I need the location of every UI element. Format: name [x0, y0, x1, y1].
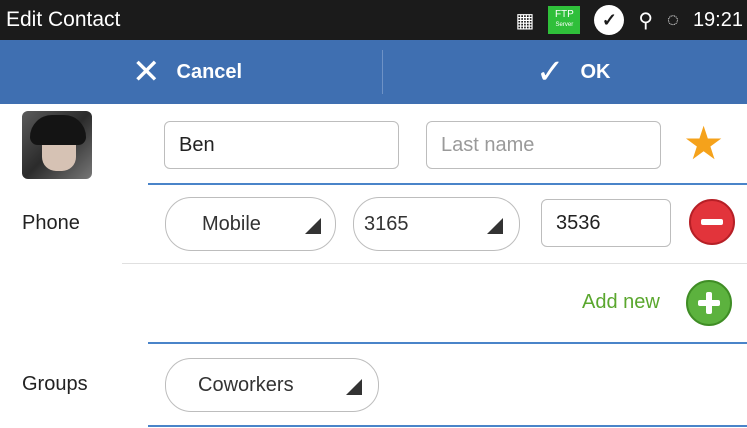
groups-label: Groups [22, 373, 88, 395]
add-new-label[interactable]: Add new [582, 291, 660, 314]
sync-icon: ◌ [667, 8, 679, 31]
last-name-field[interactable]: Last name [426, 121, 661, 169]
phone-divider [122, 263, 747, 264]
add-divider [148, 342, 747, 344]
groups-divider [148, 425, 747, 427]
action-divider [382, 50, 383, 94]
phone-number-field[interactable]: 3536 [541, 199, 671, 247]
window-title: Edit Contact [6, 8, 121, 31]
star-icon[interactable]: ★ [683, 120, 724, 166]
name-divider [148, 183, 747, 185]
cancel-label: Cancel [176, 60, 243, 83]
ftp-server-icon: FTP Server [548, 6, 581, 34]
close-icon: ✕ [132, 53, 161, 91]
check-icon: ✓ [536, 53, 565, 91]
status-bar: Edit Contact ▦ FTP Server ✓ ⚲ ◌ 19:21 [0, 0, 747, 40]
ok-button[interactable]: ✓ OK [536, 40, 611, 104]
dropdown-arrow-icon [346, 379, 362, 395]
sim-icon: ▦ [515, 9, 535, 32]
usb-icon: ⚲ [638, 9, 654, 32]
action-bar: ✕ Cancel ✓ OK [0, 40, 747, 104]
dropdown-arrow-icon [487, 218, 503, 234]
remove-icon[interactable] [689, 199, 735, 245]
cancel-button[interactable]: ✕ Cancel [132, 40, 242, 104]
add-icon[interactable] [686, 280, 732, 326]
ok-label: OK [580, 60, 611, 83]
clock: 19:21 [692, 8, 743, 31]
phone-prefix-dropdown[interactable]: 3165 [353, 197, 520, 251]
avatar[interactable] [22, 111, 92, 179]
chat-icon: ✓ [594, 5, 625, 35]
groups-dropdown[interactable]: Coworkers [165, 358, 379, 412]
phone-label: Phone [22, 212, 80, 234]
dropdown-arrow-icon [305, 218, 321, 234]
phone-type-dropdown[interactable]: Mobile [165, 197, 336, 251]
first-name-field[interactable]: Ben [164, 121, 399, 169]
